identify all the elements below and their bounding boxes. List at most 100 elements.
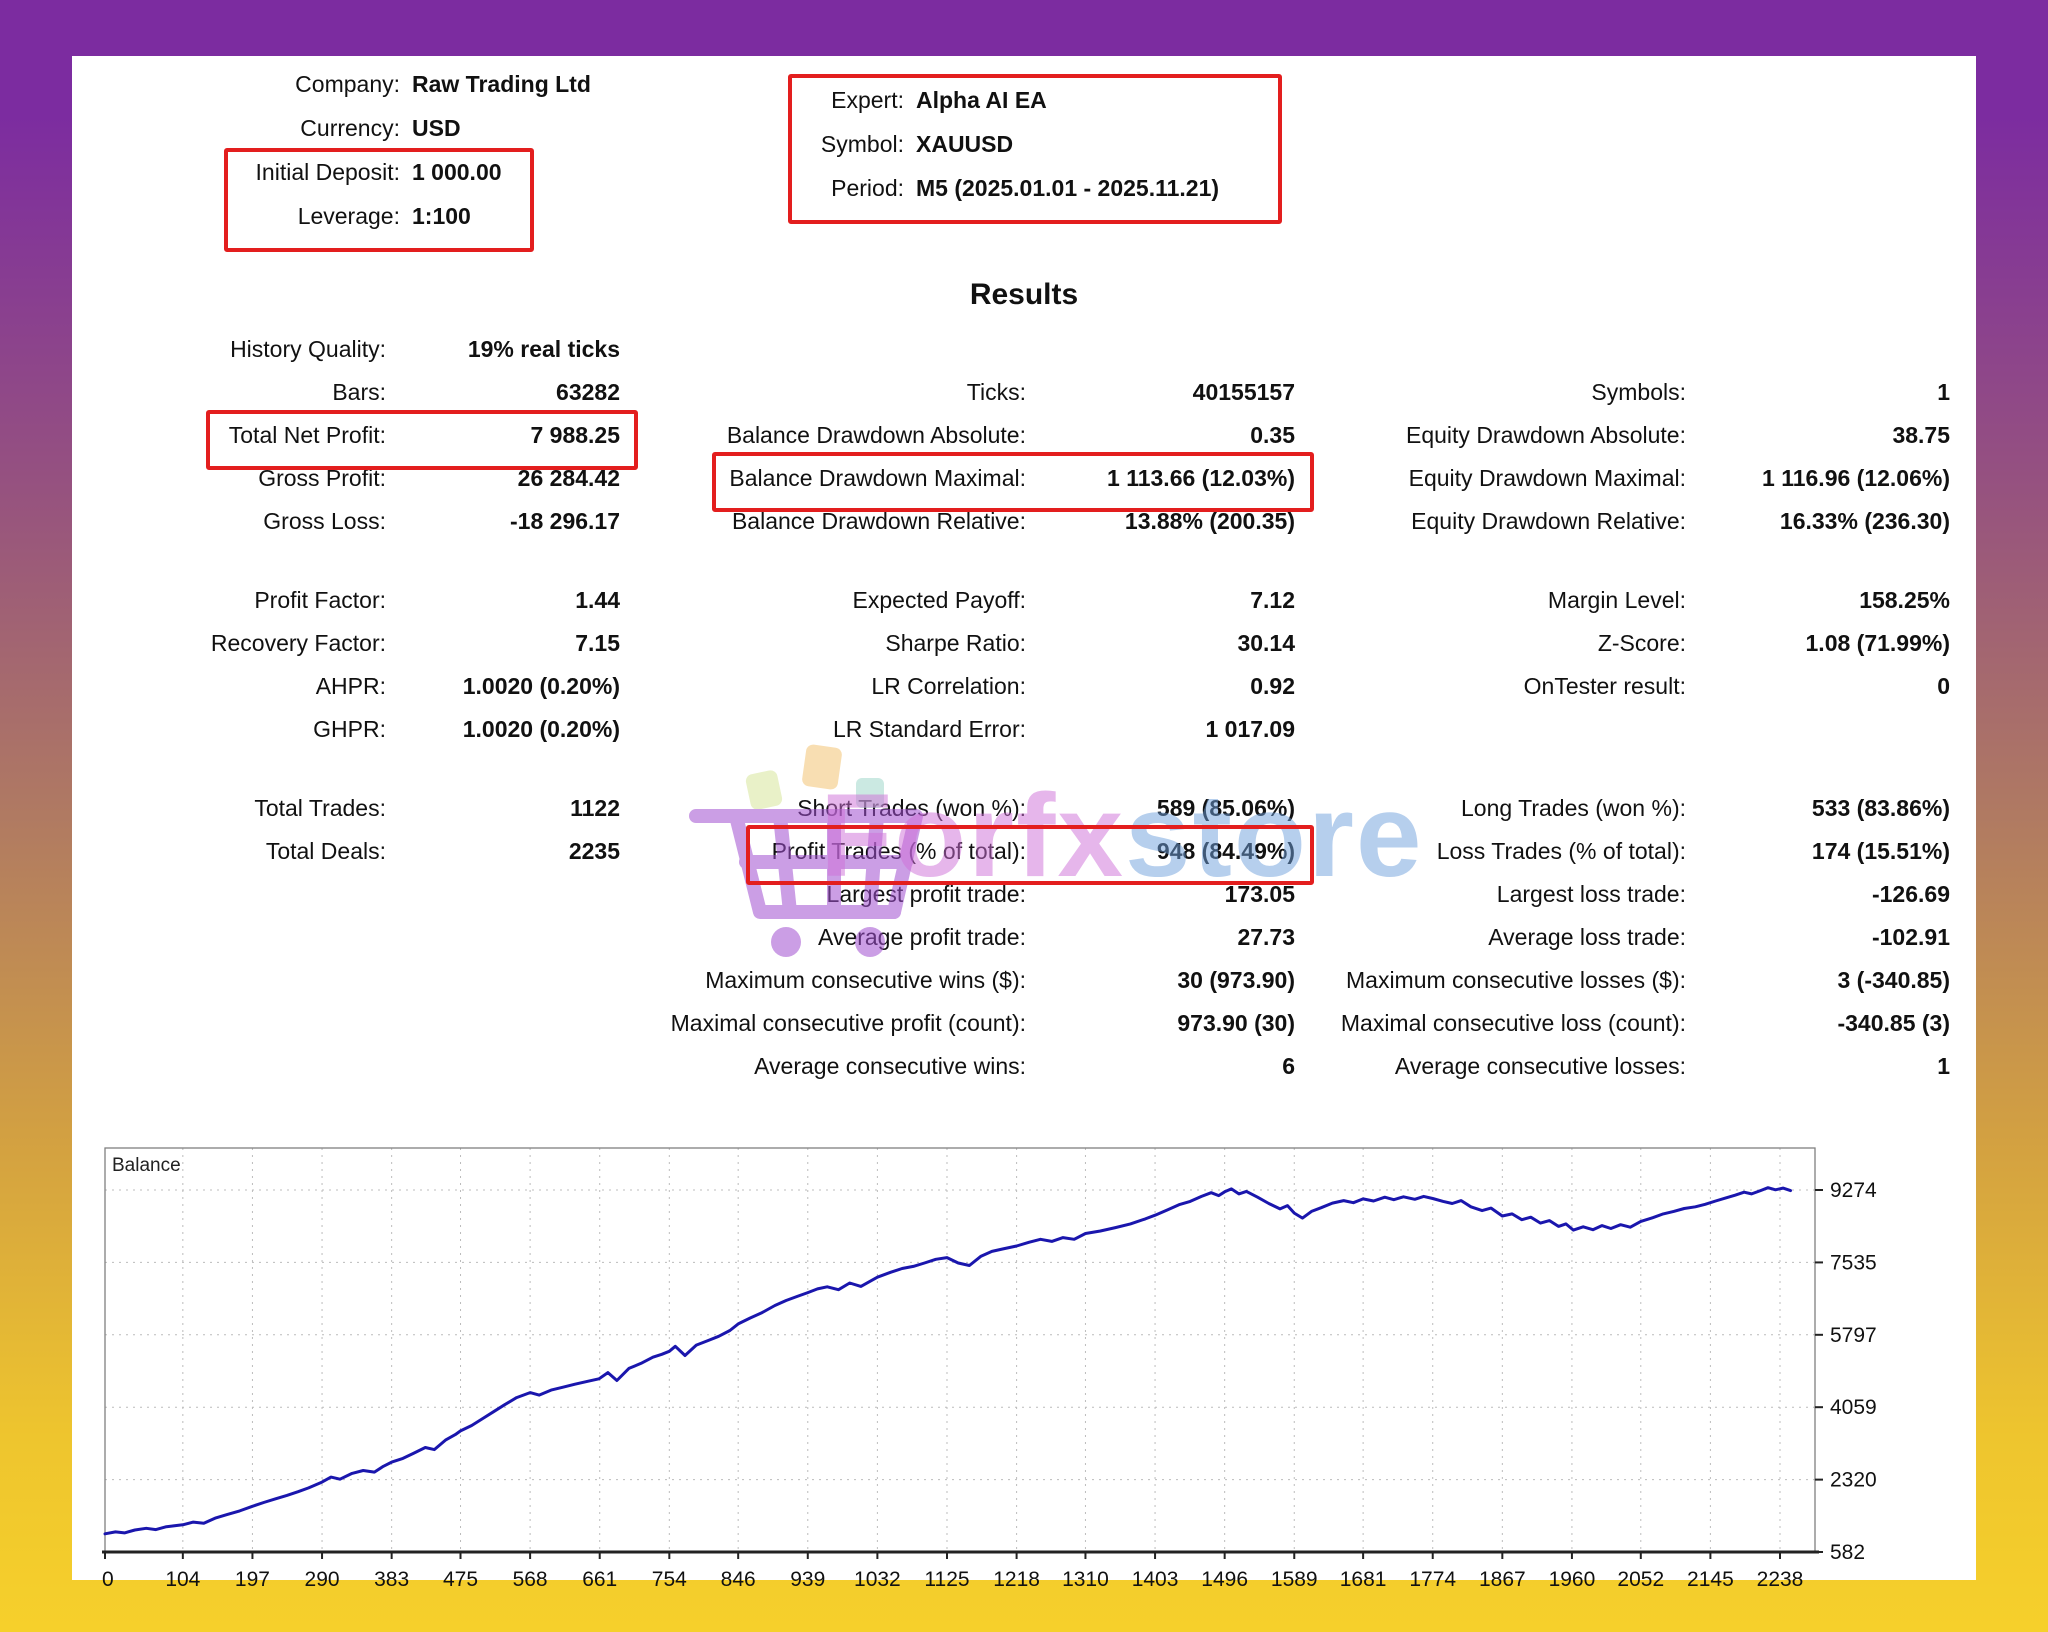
y-tick-label: 9274	[1830, 1179, 1877, 1202]
stat-value: XAUUSD	[916, 130, 1014, 157]
stat-label: Recovery Factor:	[210, 630, 386, 656]
stat-value: 1.0020 (0.20%)	[462, 716, 620, 742]
stat-value: 589 (85.06%)	[1156, 795, 1295, 821]
stat-row: Balance Drawdown Absolute: 0.35	[640, 414, 1295, 457]
stat-value: 7.15	[575, 630, 620, 656]
stat-value: -102.91	[1871, 924, 1950, 950]
stat-value: Raw Trading Ltd	[412, 70, 591, 97]
x-tick-label: 0	[102, 1568, 114, 1591]
y-tick-label: 7535	[1830, 1251, 1877, 1274]
stat-row: LR Correlation: 0.92	[640, 665, 1295, 708]
stats-column-middle: Ticks: 40155157 Balance Drawdown Absolute:…	[640, 328, 1295, 1088]
stat-label: Total Trades:	[254, 795, 386, 821]
stat-value: 40155157	[1192, 379, 1295, 405]
stat-row: Symbols: 1	[1300, 371, 1950, 414]
stat-row: Largest loss trade: -126.69	[1300, 873, 1950, 916]
stat-label: GHPR:	[313, 716, 386, 742]
stat-value: 30 (973.90)	[1177, 967, 1295, 993]
stat-label: Largest loss trade:	[1496, 881, 1686, 907]
x-tick-label: 2238	[1757, 1568, 1804, 1591]
stat-value: 1.44	[575, 587, 620, 613]
stat-value: 63282	[556, 379, 620, 405]
x-tick-label: 1125	[924, 1568, 969, 1591]
stat-value: 13.88% (200.35)	[1124, 508, 1295, 534]
stat-row: Leverage: 1:100	[232, 194, 591, 238]
stat-row: Loss Trades (% of total): 174 (15.51%)	[1300, 830, 1950, 873]
stat-value: 1 116.96 (12.06%)	[1762, 465, 1950, 491]
stat-label: Gross Profit:	[258, 465, 386, 491]
stat-label: History Quality:	[230, 336, 386, 362]
stat-value: 7 988.25	[530, 422, 620, 448]
stat-value: 7.12	[1250, 587, 1295, 613]
stat-value: 1.0020 (0.20%)	[462, 673, 620, 699]
x-tick-label: 568	[513, 1568, 548, 1591]
stat-row: Gross Profit: 26 284.42	[150, 457, 620, 500]
stat-row: Recovery Factor: 7.15	[150, 622, 620, 665]
stat-row: Period: M5 (2025.01.01 - 2025.11.21)	[800, 166, 1219, 210]
stat-label: Total Net Profit:	[228, 422, 386, 448]
report-card: Company: Raw Trading Ltd Currency: USD Initi…	[72, 56, 1976, 1591]
stat-row: Expert: Alpha AI EA	[800, 78, 1219, 122]
stat-row: Ticks: 40155157	[640, 371, 1295, 414]
stat-value: M5 (2025.01.01 - 2025.11.21)	[916, 174, 1220, 201]
stat-value: -340.85 (3)	[1837, 1010, 1950, 1036]
stat-value: 158.25%	[1859, 587, 1950, 613]
stat-label: Symbol:	[820, 130, 904, 157]
x-tick-label: 1960	[1549, 1568, 1596, 1591]
stat-value: 16.33% (236.30)	[1779, 508, 1950, 534]
stat-value: 2235	[568, 838, 620, 864]
stat-value: Alpha AI EA	[916, 86, 1047, 113]
stat-value: 1122	[570, 795, 620, 821]
stat-label: Loss Trades (% of total):	[1436, 838, 1686, 864]
stat-value: 1.08 (71.99%)	[1805, 630, 1950, 656]
stat-label: Expert:	[831, 86, 904, 113]
x-tick-label: 939	[790, 1568, 825, 1591]
stat-value: 0.92	[1250, 673, 1295, 699]
y-tick-label: 582	[1830, 1541, 1865, 1564]
x-tick-label: 1403	[1132, 1568, 1179, 1591]
stat-row: OnTester result: 0	[1300, 665, 1950, 708]
stat-row: Balance Drawdown Maximal: 1 113.66 (12.03…	[640, 457, 1295, 500]
stat-label: Symbols:	[1591, 379, 1686, 405]
stat-row: Maximal consecutive profit (count): 973.9…	[640, 1002, 1295, 1045]
stat-label: OnTester result:	[1523, 673, 1686, 699]
x-tick-label: 2052	[1617, 1568, 1664, 1591]
x-tick-label: 1496	[1201, 1568, 1248, 1591]
x-tick-label: 661	[582, 1568, 617, 1591]
stat-row: Average profit trade: 27.73	[640, 916, 1295, 959]
stat-value: 1 000.00	[412, 158, 502, 185]
stat-label: Balance Drawdown Maximal:	[729, 465, 1026, 491]
stat-row: Average consecutive losses: 1	[1300, 1045, 1950, 1088]
stat-value: 533 (83.86%)	[1811, 795, 1950, 821]
expert-header-block: Expert: Alpha AI EA Symbol: XAUUSD Period: M5…	[800, 78, 1219, 210]
results-title: Results	[969, 278, 1079, 311]
x-tick-label: 1681	[1340, 1568, 1387, 1591]
x-tick-label: 1218	[993, 1568, 1040, 1591]
stat-label: Largest profit trade:	[826, 881, 1026, 907]
stat-row: Expected Payoff: 7.12	[640, 579, 1295, 622]
stat-row: LR Standard Error: 1 017.09	[640, 708, 1295, 751]
stat-label: Average consecutive wins:	[754, 1053, 1026, 1079]
stat-label: Period:	[831, 174, 904, 201]
stat-label: Short Trades (won %):	[797, 795, 1026, 821]
stat-label: Total Deals:	[265, 838, 386, 864]
stat-value: -18 296.17	[510, 508, 620, 534]
stat-value: 0	[1937, 673, 1950, 699]
stat-row: Sharpe Ratio: 30.14	[640, 622, 1295, 665]
stat-value: 948 (84.49%)	[1156, 838, 1295, 864]
stat-row: Equity Drawdown Relative: 16.33% (236.30)	[1300, 500, 1950, 543]
x-tick-label: 2145	[1687, 1568, 1734, 1591]
y-tick-label: 5797	[1830, 1324, 1877, 1347]
stat-row: Largest profit trade: 173.05	[640, 873, 1295, 916]
stat-row: Average loss trade: -102.91	[1300, 916, 1950, 959]
stat-value: 1 017.09	[1205, 716, 1295, 742]
x-tick-label: 1867	[1479, 1568, 1526, 1591]
stat-value: 3 (-340.85)	[1837, 967, 1950, 993]
stat-row: Profit Factor: 1.44	[150, 579, 620, 622]
x-tick-label: 1589	[1271, 1568, 1318, 1591]
stat-value: 38.75	[1892, 422, 1950, 448]
stat-row: Initial Deposit: 1 000.00	[232, 150, 591, 194]
